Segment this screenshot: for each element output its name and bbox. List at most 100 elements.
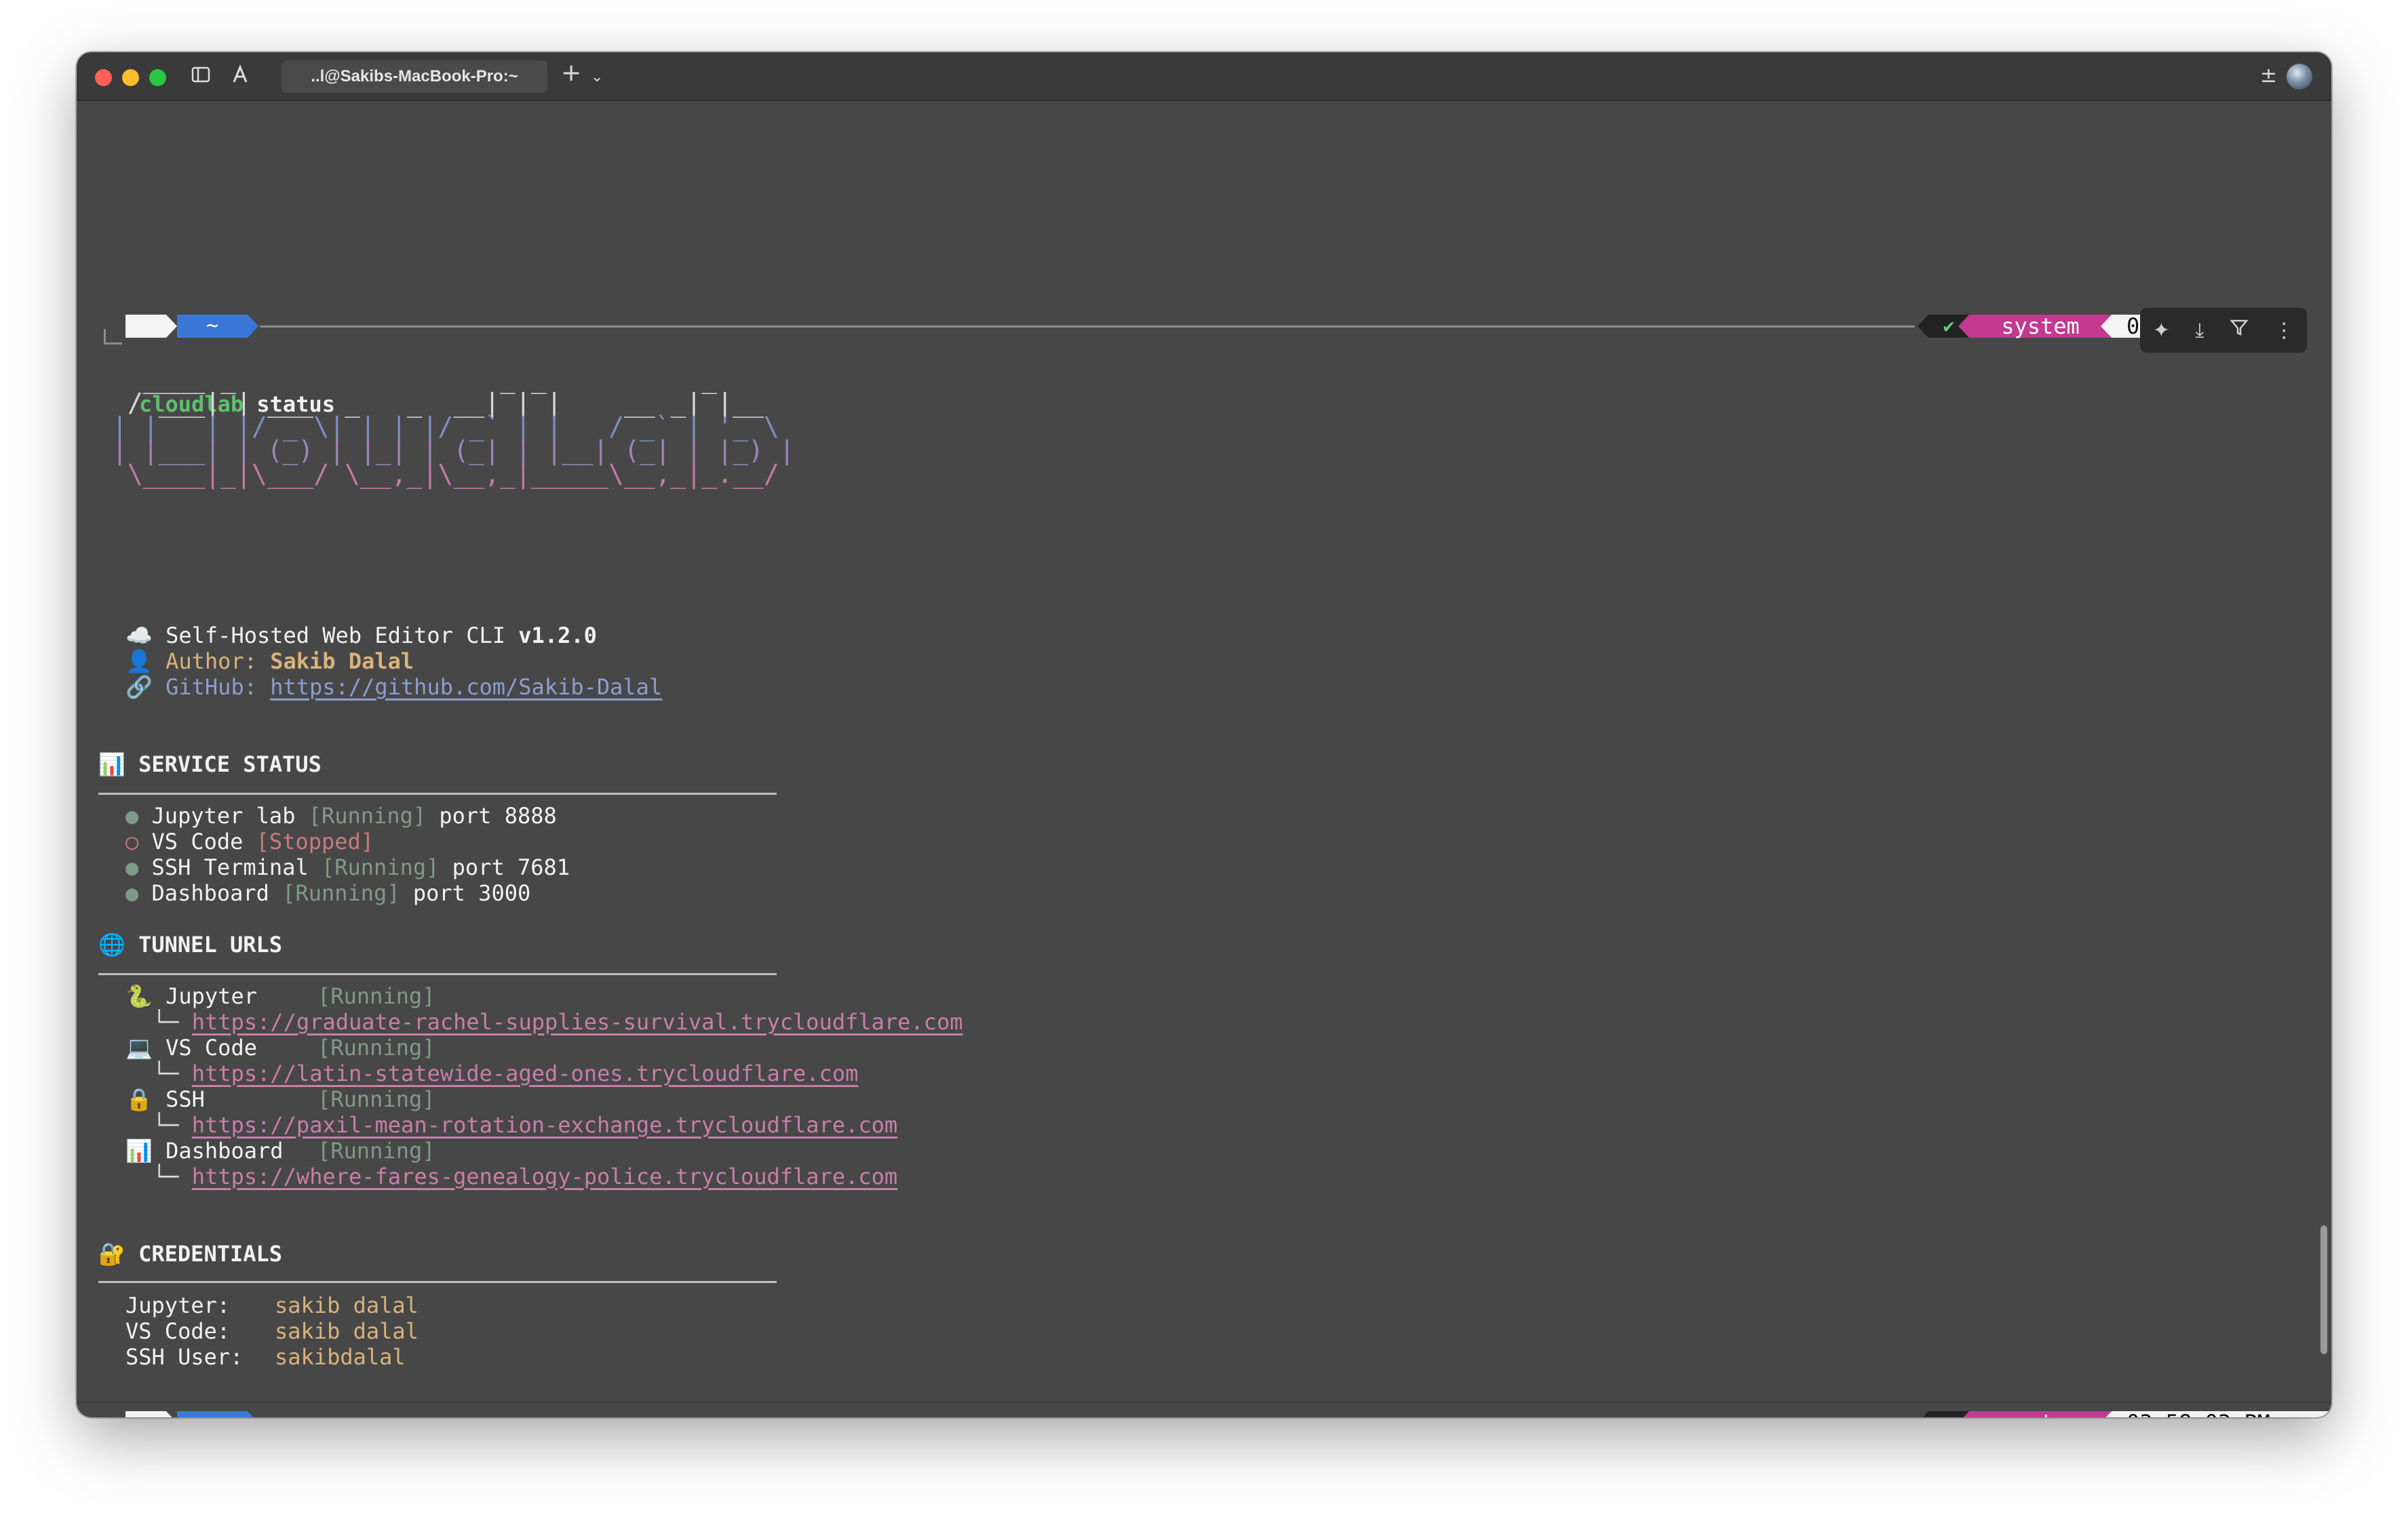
credential-row: SSH User: sakibdalal	[125, 1344, 406, 1370]
tree-branch: └─	[153, 1061, 179, 1086]
credential-value: sakib dalal	[275, 1293, 419, 1318]
credential-row: VS Code: sakib dalal	[125, 1318, 419, 1344]
author-line: 👤 Author: Sakib Dalal	[125, 648, 414, 674]
tunnel-name: SSH	[166, 1086, 205, 1112]
service-status: [Running]	[282, 880, 400, 906]
version: v1.2.0	[518, 623, 597, 648]
dashboard-tunnel-link[interactable]: https://where-fares-genealogy-police.try…	[192, 1164, 897, 1189]
service-status: [Running]	[308, 803, 427, 829]
prompt-arrow	[1918, 315, 1928, 338]
prompt-arrow	[166, 1411, 177, 1417]
tree-branch: └─	[153, 1009, 179, 1035]
service-row: ● SSH Terminal [Running] port 7681	[125, 854, 570, 880]
vscode-tunnel-link[interactable]: https://latin-statewide-aged-ones.tryclo…	[192, 1061, 859, 1086]
prompt-arrow	[2101, 315, 2112, 338]
github-label: GitHub:	[166, 674, 271, 700]
author-label: Author:	[166, 648, 271, 674]
person-icon: 👤	[125, 648, 153, 674]
terminal-window: ..l@Sakibs-MacBook-Pro:~ + ⌄ ± ~ ✔ syste…	[77, 52, 2331, 1417]
tunnel-urls-heading: 🌐 TUNNEL URLS	[98, 932, 282, 958]
tunnel-status: [Running]	[317, 1035, 435, 1061]
credentials-heading: 🔐 CREDENTIALS	[98, 1241, 282, 1267]
tunnel-name: VS Code	[166, 1035, 257, 1061]
service-status-heading: 📊 SERVICE STATUS	[98, 751, 322, 777]
tunnel-name: Dashboard	[166, 1138, 284, 1164]
tunnel-status: [Running]	[317, 983, 435, 1009]
laptop-icon: 💻	[125, 1035, 153, 1061]
divider	[98, 973, 777, 975]
terminal-output: ~ ✔ system 03:58: ✦ ⤓ ⋮ cloudlab status …	[77, 52, 2331, 1417]
service-name: Dashboard	[151, 880, 269, 906]
tunnel-name: Jupyter	[166, 983, 257, 1009]
github-line: 🔗 GitHub: https://github.com/Sakib-Dalal	[125, 674, 662, 700]
divider	[98, 1281, 777, 1283]
tunnel-url-row: └─ https://latin-statewide-aged-ones.try…	[153, 1061, 858, 1086]
credential-label: VS Code:	[125, 1318, 231, 1344]
service-status: [Running]	[321, 854, 440, 880]
tree-branch: └─	[153, 1164, 179, 1189]
lock-icon: 🔒	[125, 1086, 153, 1112]
cloud-icon: ☁️	[125, 623, 153, 648]
more-options-icon[interactable]: ⋮	[2274, 319, 2294, 342]
env-segment: system	[1969, 1411, 2112, 1417]
status-dot: ●	[125, 854, 139, 880]
author-name: Sakib Dalal	[270, 648, 414, 674]
prompt-user-segment	[125, 315, 166, 338]
prompt-arrow	[2101, 1411, 2112, 1417]
service-row: ○ VS Code [Stopped]	[125, 829, 374, 854]
service-name: SSH Terminal	[151, 854, 309, 880]
jupyter-tunnel-link[interactable]: https://graduate-rachel-supplies-surviva…	[192, 1009, 963, 1035]
block-toolbar: ✦ ⤓ ⋮	[2140, 308, 2307, 353]
scrollbar[interactable]	[2320, 1225, 2327, 1354]
status-dot: ○	[125, 829, 139, 854]
filter-icon[interactable]	[2230, 318, 2249, 342]
service-name: VS Code	[151, 829, 244, 854]
bar-chart-icon: 📊	[98, 751, 125, 777]
env-segment: system	[1969, 315, 2112, 338]
python-icon: 🐍	[125, 983, 153, 1009]
service-port: port 3000	[412, 880, 531, 906]
tree-branch: └─	[153, 1112, 179, 1138]
bar-chart-icon: 📊	[125, 1138, 153, 1164]
service-status: [Stopped]	[256, 829, 374, 854]
tunnel-row: 🔒 SSH [Running]	[125, 1086, 435, 1112]
prompt-arrow	[1918, 1411, 1928, 1417]
download-icon[interactable]: ⤓	[2195, 319, 2204, 342]
prompt-arrow	[248, 315, 258, 338]
ascii-logo: ____ _ _ _ _ / ___| | ___ _ _ __| | | __…	[112, 366, 795, 489]
time-segment: 03:58:03 PM	[2112, 1411, 2330, 1417]
credential-value: sakib dalal	[275, 1318, 419, 1344]
input-separator	[77, 1402, 2331, 1403]
tunnel-url-row: └─ https://where-fares-genealogy-police.…	[153, 1164, 897, 1189]
subtitle-line: ☁️ Self-Hosted Web Editor CLI v1.2.0	[125, 623, 597, 648]
tunnel-row: 🐍 Jupyter [Running]	[125, 983, 435, 1009]
ascii-line: \____|_|\___/ \__,_|\__,_|_____\__,_|_._…	[112, 459, 795, 489]
prompt-dir-segment: ~	[177, 1411, 248, 1417]
prompt-arrow	[248, 1411, 258, 1417]
prompt-user-segment	[125, 1411, 166, 1417]
status-dot: ●	[125, 880, 139, 906]
credential-label: Jupyter:	[125, 1293, 231, 1318]
service-row: ● Jupyter lab [Running] port 8888	[125, 803, 557, 829]
ssh-tunnel-link[interactable]: https://paxil-mean-rotation-exchange.try…	[192, 1112, 897, 1138]
divider	[98, 793, 777, 795]
tunnel-status: [Running]	[317, 1138, 435, 1164]
prompt-arrow	[1958, 315, 1969, 338]
credential-label: SSH User:	[125, 1344, 244, 1370]
tunnel-url-row: └─ https://paxil-mean-rotation-exchange.…	[153, 1112, 897, 1138]
prompt-rule	[260, 326, 1915, 328]
github-link[interactable]: https://github.com/Sakib-Dalal	[270, 674, 662, 700]
block-bracket	[104, 329, 122, 344]
credentials-title: CREDENTIALS	[138, 1241, 283, 1267]
subtitle: Self-Hosted Web Editor CLI	[166, 623, 519, 648]
tunnel-row: 📊 Dashboard [Running]	[125, 1138, 435, 1164]
credential-value: sakibdalal	[275, 1344, 406, 1370]
tunnel-row: 💻 VS Code [Running]	[125, 1035, 435, 1061]
prompt-dir-segment: ~	[177, 315, 248, 338]
tunnel-urls-title: TUNNEL URLS	[138, 932, 283, 958]
prompt-arrow	[1958, 1411, 1969, 1417]
ai-sparkle-icon[interactable]: ✦	[2153, 319, 2170, 342]
status-dot: ●	[125, 803, 139, 829]
key-lock-icon: 🔐	[98, 1241, 125, 1267]
service-name: Jupyter lab	[151, 803, 296, 829]
